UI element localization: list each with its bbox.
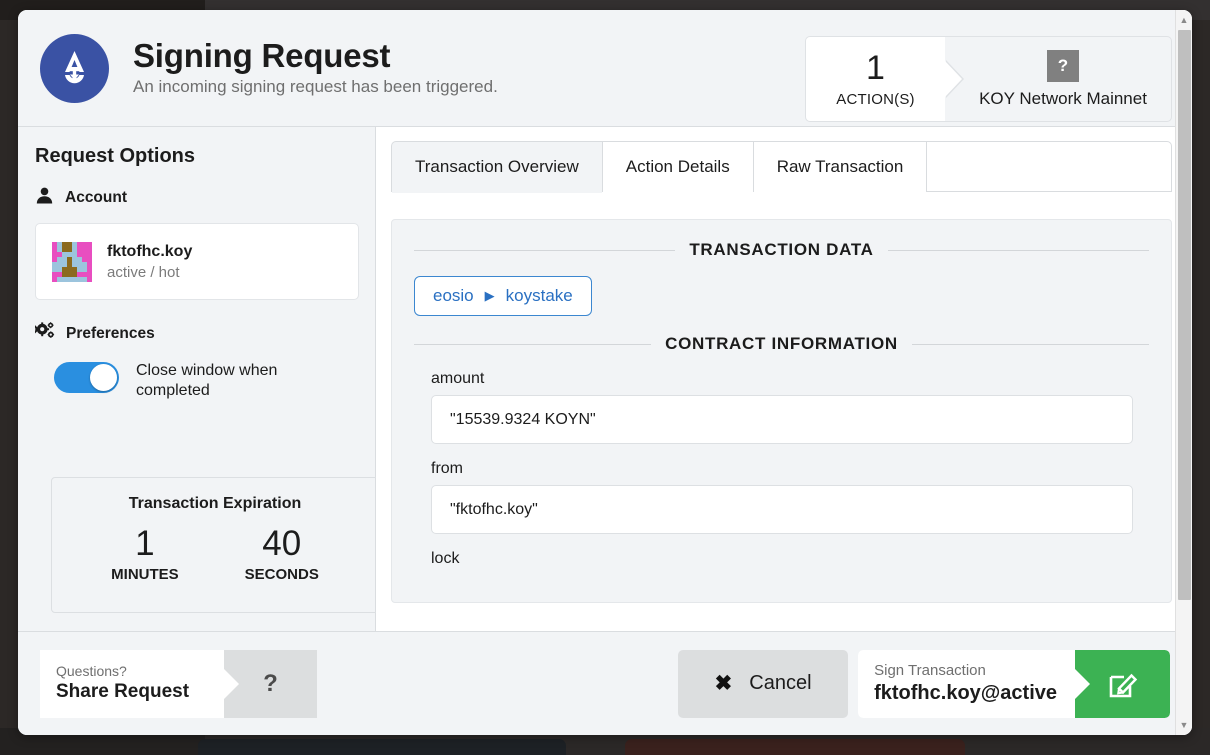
network-name: KOY Network Mainnet (979, 88, 1147, 108)
request-options-sidebar: Request Options Account fktofhc.koy acti… (18, 127, 379, 631)
page-subtitle: An incoming signing request has been tri… (133, 77, 498, 97)
contract-information-heading-text: CONTRACT INFORMATION (665, 334, 898, 353)
actions-count-label: ACTION(S) (836, 90, 915, 108)
toggle-knob (90, 364, 117, 391)
scrollbar-up-arrow-icon[interactable]: ▲ (1176, 12, 1192, 28)
expiration-minutes: 1 MINUTES (111, 526, 179, 583)
tab-bar: Transaction Overview Action Details Raw … (391, 141, 1172, 193)
account-section-header: Account (35, 186, 359, 210)
account-name: fktofhc.koy (107, 243, 193, 261)
transaction-expiration-title: Transaction Expiration (128, 495, 302, 512)
expiration-minutes-label: MINUTES (111, 566, 179, 583)
share-request-button[interactable]: Questions? Share Request ? (40, 649, 317, 718)
transaction-expiration-card: Transaction Expiration 1 MINUTES 40 SECO… (51, 477, 379, 613)
person-icon (35, 186, 54, 210)
expiration-minutes-value: 1 (135, 524, 155, 563)
header-badges: 1 ACTION(S) ? KOY Network Mainnet (805, 36, 1172, 122)
page-title: Signing Request (133, 36, 391, 74)
transaction-data-heading: TRANSACTION DATA (414, 240, 1149, 260)
share-request-action: Share Request (56, 680, 190, 702)
share-request-label-group: Questions? Share Request (40, 649, 239, 718)
footer-actions: ✖ Cancel Sign Transaction fktofhc.koy@ac… (678, 649, 1170, 718)
close-window-toggle-label: Close window when completed (136, 362, 278, 400)
account-identicon (52, 241, 92, 282)
action-chip-contract: eosio (433, 286, 474, 305)
expiration-seconds-value: 40 (262, 524, 302, 563)
window-body: Request Options Account fktofhc.koy acti… (18, 127, 1192, 631)
preferences-section-header: Preferences (33, 322, 359, 345)
expiration-seconds: 40 SECONDS (245, 526, 319, 583)
action-chip-action: koystake (505, 286, 573, 305)
contract-information-heading: CONTRACT INFORMATION (414, 334, 1149, 354)
network-badge[interactable]: ? KOY Network Mainnet (945, 36, 1172, 122)
tab-transaction-overview[interactable]: Transaction Overview (391, 141, 602, 193)
actions-count-value: 1 (866, 48, 885, 87)
tab-bar-filler (926, 141, 1172, 192)
vertical-scrollbar[interactable]: ▲ ▼ (1175, 10, 1192, 735)
sidebar-title: Request Options (35, 145, 196, 167)
sign-transaction-sublabel: Sign Transaction (874, 662, 986, 680)
tab-raw-transaction[interactable]: Raw Transaction (752, 141, 927, 192)
scrollbar-down-arrow-icon[interactable]: ▼ (1176, 717, 1192, 733)
close-window-toggle[interactable] (54, 362, 119, 393)
network-placeholder-icon: ? (1047, 49, 1079, 82)
window-header: Signing Request An incoming signing requ… (18, 10, 1192, 127)
scrollbar-thumb[interactable] (1178, 30, 1191, 600)
divider-line-left (414, 249, 676, 251)
actions-count-badge: 1 ACTION(S) (805, 36, 964, 122)
chevron-right-icon: ▶ (484, 288, 495, 303)
field-label-from: from (431, 460, 463, 477)
cancel-button[interactable]: ✖ Cancel (678, 649, 849, 718)
close-window-preference-row: Close window when completed (35, 361, 359, 402)
field-label-lock: lock (431, 550, 460, 567)
cancel-button-label: Cancel (749, 672, 812, 694)
header-title-group: Signing Request An incoming signing requ… (133, 36, 498, 97)
field-value-from[interactable]: "fktofhc.koy" (431, 485, 1133, 534)
tab-action-details[interactable]: Action Details (601, 141, 753, 192)
background-window-card-b (625, 739, 965, 755)
divider-line-left-2 (414, 343, 652, 345)
sign-transaction-account: fktofhc.koy@active (874, 681, 1057, 704)
transaction-expiration-values: 1 MINUTES 40 SECONDS (111, 526, 319, 583)
expiration-seconds-label: SECONDS (244, 566, 319, 583)
anchor-a-logo-icon (40, 33, 109, 103)
main-content-panel: Transaction Overview Action Details Raw … (376, 127, 1192, 631)
field-value-amount[interactable]: "15539.9324 KOYN" (431, 395, 1133, 444)
window-footer: Questions? Share Request ? ✖ Cancel Sign… (18, 631, 1192, 735)
account-card[interactable]: fktofhc.koy active / hot (35, 223, 359, 300)
preferences-section-label: Preferences (66, 324, 155, 342)
background-window-card-a (198, 739, 566, 755)
divider-line-right (887, 249, 1149, 251)
gears-icon (33, 322, 55, 345)
divider-line-right-2 (911, 343, 1149, 345)
signing-request-window: Signing Request An incoming signing requ… (18, 10, 1192, 735)
sign-transaction-label-group: Sign Transaction fktofhc.koy@active (858, 649, 1090, 718)
field-label-amount: amount (431, 370, 485, 387)
account-permission: active / hot (107, 263, 180, 281)
transaction-data-heading-text: TRANSACTION DATA (689, 240, 874, 259)
account-section-label: Account (65, 189, 127, 206)
share-request-question: Questions? (56, 663, 127, 680)
action-chip-eosio-koystake[interactable]: eosio ▶ koystake (414, 276, 592, 316)
account-meta: fktofhc.koy active / hot (107, 242, 192, 280)
transaction-overview-panel: TRANSACTION DATA eosio ▶ koystake CONTRA… (391, 219, 1172, 603)
close-icon: ✖ (714, 672, 733, 695)
sign-transaction-button[interactable]: Sign Transaction fktofhc.koy@active (858, 649, 1170, 718)
